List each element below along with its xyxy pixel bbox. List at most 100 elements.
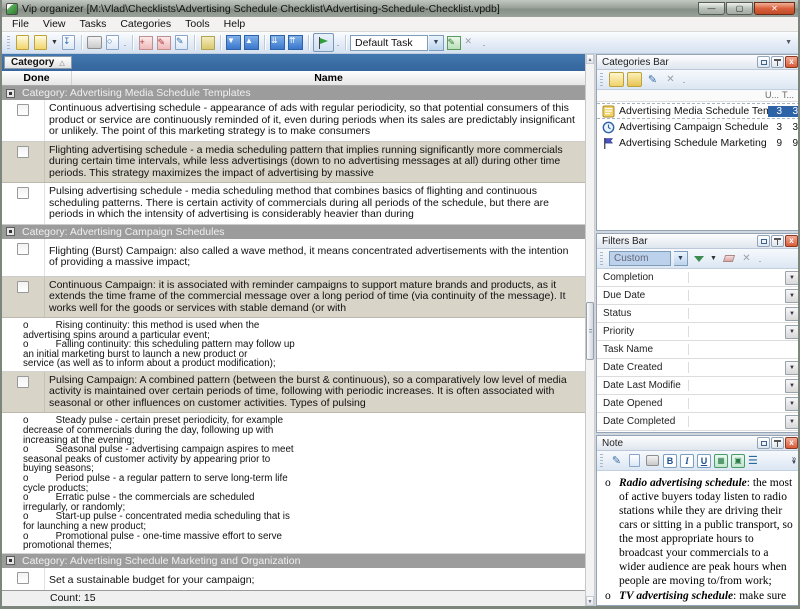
new-task-dropdown-icon[interactable]: ▼ — [50, 39, 59, 46]
panel-restore-icon[interactable] — [757, 56, 770, 68]
collapse-icon[interactable] — [6, 556, 15, 565]
category-tree-item[interactable]: Advertising Schedule Marketing and Organ… — [597, 135, 798, 151]
filter-value-field[interactable] — [689, 341, 798, 358]
toolbar-overflow-button[interactable]: . — [681, 75, 687, 85]
new-note-icon[interactable] — [16, 35, 29, 50]
filter-value-field[interactable] — [689, 359, 785, 376]
new-task-icon[interactable] — [34, 35, 47, 50]
highlight-icon[interactable] — [201, 36, 215, 50]
menu-file[interactable]: File — [5, 18, 36, 30]
print-preview-icon[interactable]: ○ — [106, 35, 119, 50]
export-note-icon[interactable] — [629, 454, 640, 467]
toolbar-options-icon[interactable]: ▼ — [785, 39, 794, 46]
panel-close-icon[interactable]: x — [785, 56, 798, 68]
task-checkbox[interactable] — [17, 187, 29, 199]
menu-tasks[interactable]: Tasks — [73, 18, 114, 30]
clear-icon[interactable]: ✕ — [465, 36, 479, 50]
collapse-icon[interactable] — [6, 227, 15, 236]
filter-value-field[interactable] — [689, 395, 785, 412]
minimize-button[interactable]: — — [698, 2, 725, 15]
filter-dropdown-icon[interactable]: ▼ — [785, 325, 798, 339]
filter-value-field[interactable] — [689, 323, 785, 340]
toolbar-overflow-button[interactable]: . — [481, 38, 487, 48]
task-checkbox[interactable] — [17, 104, 29, 116]
column-header-done[interactable]: Done — [2, 71, 72, 85]
uncomplete-task-icon[interactable]: ▲ — [244, 35, 259, 50]
task-row[interactable]: Set a sustainable budget for your campai… — [2, 568, 585, 590]
italic-icon[interactable]: I — [680, 454, 694, 468]
task-type-dropdown-icon[interactable]: ▼ — [429, 35, 444, 51]
filter-value-field[interactable] — [689, 269, 785, 286]
filter-dropdown-icon[interactable]: ▼ — [785, 361, 798, 375]
filter-dropdown-icon[interactable]: ▼ — [785, 289, 798, 303]
toolbar-more-icon[interactable]: »▼ — [791, 456, 797, 466]
task-note-row[interactable]: o Rising continuity: this method is used… — [2, 318, 585, 372]
complete-task-icon[interactable]: ▼ — [226, 35, 241, 50]
scrollbar-thumb[interactable] — [586, 302, 594, 360]
task-checkbox[interactable] — [17, 572, 29, 584]
category-row[interactable]: Category: Advertising Campaign Schedules — [2, 225, 585, 239]
vertical-scrollbar[interactable]: ▲ ▼ — [586, 54, 595, 606]
delete-category-icon[interactable]: ✕ — [663, 72, 678, 87]
task-note-row[interactable]: o Steady pulse - certain preset periodic… — [2, 413, 585, 553]
print-note-icon[interactable] — [646, 455, 659, 466]
toolbar-grip[interactable] — [600, 73, 603, 87]
assign-icon[interactable]: ✎ — [447, 36, 461, 50]
task-type-combobox[interactable]: Default Task — [350, 35, 428, 51]
group-by-category-button[interactable]: Category △ — [4, 56, 72, 69]
toolbar-overflow-button[interactable]: . — [122, 38, 128, 48]
column-uncompleted[interactable]: U... — [765, 90, 782, 101]
task-checkbox[interactable] — [17, 376, 29, 388]
task-row[interactable]: Continuous advertising schedule - appear… — [2, 100, 585, 142]
add-category-icon[interactable]: + — [139, 36, 153, 50]
toolbar-grip[interactable] — [600, 252, 603, 266]
task-row[interactable]: Flighting (Burst) Campaign: also called … — [2, 239, 585, 277]
bold-icon[interactable]: B — [663, 454, 677, 468]
underline-icon[interactable]: U — [697, 454, 711, 468]
category-row[interactable]: Category: Advertising Schedule Marketing… — [2, 554, 585, 568]
task-checkbox[interactable] — [17, 243, 29, 255]
task-row[interactable]: Pulsing Campaign: A combined pattern (be… — [2, 372, 585, 414]
task-checkbox[interactable] — [17, 146, 29, 158]
toolbar-overflow-button[interactable]: . — [757, 254, 763, 264]
filter-preset-dropdown-icon[interactable]: ▼ — [674, 251, 688, 266]
panel-close-icon[interactable]: x — [785, 235, 798, 247]
edit-category-icon[interactable]: ✎ — [645, 72, 660, 87]
filter-preset-combobox[interactable]: Custom — [609, 251, 671, 266]
filter-options-icon[interactable]: ▼ — [709, 255, 718, 262]
panel-pin-icon[interactable] — [771, 56, 784, 68]
save-task-icon[interactable]: ↧ — [62, 35, 75, 50]
menu-view[interactable]: View — [36, 18, 73, 30]
edit-note-icon[interactable]: ✎ — [609, 453, 624, 468]
move-down-icon[interactable]: ⇊ — [270, 35, 285, 50]
toolbar-grip[interactable] — [7, 36, 10, 50]
column-total[interactable]: T... — [782, 90, 798, 101]
collapse-icon[interactable] — [6, 89, 15, 98]
insert-table-icon[interactable]: ▣ — [731, 454, 745, 468]
add-category-icon[interactable] — [609, 72, 624, 87]
panel-pin-icon[interactable] — [771, 437, 784, 449]
panel-close-icon[interactable]: x — [785, 437, 798, 449]
filter-value-field[interactable] — [689, 305, 785, 322]
filter-dropdown-icon[interactable]: ▼ — [785, 271, 798, 285]
menu-tools[interactable]: Tools — [178, 18, 217, 30]
scroll-down-icon[interactable]: ▼ — [586, 596, 594, 606]
toolbar-overflow-button[interactable]: . — [335, 38, 341, 48]
task-row[interactable]: Continuous Campaign: it is associated wi… — [2, 277, 585, 319]
bullet-list-icon[interactable]: ☰ — [748, 454, 758, 467]
move-up-icon[interactable]: ⇈ — [288, 35, 303, 50]
task-checkbox[interactable] — [17, 281, 29, 293]
scroll-up-icon[interactable]: ▲ — [586, 54, 594, 64]
filter-dropdown-icon[interactable]: ▼ — [785, 397, 798, 411]
notes-icon[interactable]: ✎ — [175, 35, 188, 50]
filter-value-field[interactable] — [689, 413, 785, 430]
column-header-name[interactable]: Name — [72, 71, 585, 85]
menu-categories[interactable]: Categories — [113, 18, 178, 30]
edit-task-icon[interactable]: ✎ — [157, 36, 171, 50]
clear-filter-icon[interactable] — [722, 255, 734, 262]
delete-filter-icon[interactable]: ✕ — [739, 251, 754, 266]
flag-filter-button[interactable] — [313, 33, 334, 52]
apply-filter-icon[interactable] — [694, 256, 704, 262]
category-tree-item[interactable]: Advertising Campaign Schedules 3 3 — [597, 119, 798, 135]
note-content[interactable]: o Radio advertising schedule: the most o… — [597, 471, 798, 605]
